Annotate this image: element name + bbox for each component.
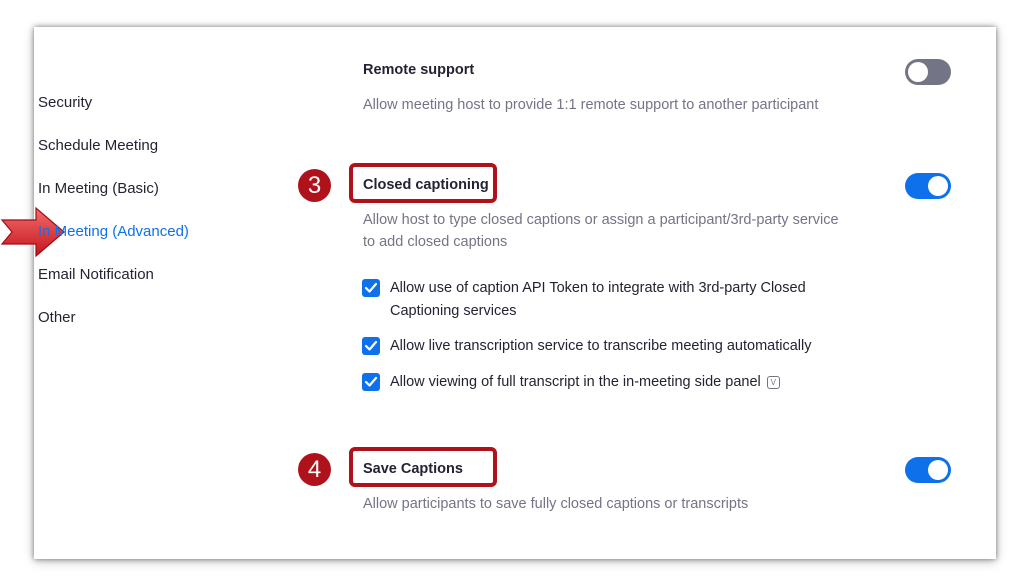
remote-support-title: Remote support: [363, 62, 475, 78]
save-captions-description: Allow participants to save fully closed …: [363, 496, 749, 512]
step-3-badge: 3: [298, 169, 331, 202]
toggle-knob: [928, 460, 948, 480]
checkmark-icon: [364, 340, 378, 351]
remote-support-description: Allow meeting host to provide 1:1 remote…: [363, 97, 819, 113]
sidebar-item-security[interactable]: Security: [38, 94, 92, 111]
checkmark-icon: [364, 376, 378, 387]
sidebar-item-in-meeting-advanced[interactable]: In Meeting (Advanced): [38, 223, 189, 240]
closed-captioning-toggle[interactable]: [905, 173, 951, 199]
sidebar-item-in-meeting-basic[interactable]: In Meeting (Basic): [38, 180, 159, 197]
full-transcript-label: Allow viewing of full transcript in the …: [390, 371, 780, 394]
live-transcription-label: Allow live transcription service to tran…: [390, 338, 812, 354]
caption-api-token-label-line1: Allow use of caption API Token to integr…: [390, 280, 806, 296]
toggle-knob: [908, 62, 928, 82]
save-captions-toggle[interactable]: [905, 457, 951, 483]
full-transcript-label-text: Allow viewing of full transcript in the …: [390, 374, 761, 390]
checkmark-icon: [364, 282, 378, 293]
sidebar-item-schedule-meeting[interactable]: Schedule Meeting: [38, 137, 158, 154]
full-transcript-checkbox[interactable]: [362, 373, 380, 391]
step-4-badge: 4: [298, 453, 331, 486]
live-transcription-checkbox[interactable]: [362, 337, 380, 355]
remote-support-toggle[interactable]: [905, 59, 951, 85]
info-icon[interactable]: V: [766, 376, 780, 389]
caption-api-token-label-line2: Captioning services: [390, 303, 517, 319]
closed-captioning-description-line2: to add closed captions: [363, 234, 508, 250]
sidebar-item-email-notification[interactable]: Email Notification: [38, 266, 154, 283]
closed-captioning-title: Closed captioning: [363, 177, 489, 193]
caption-api-token-checkbox[interactable]: [362, 279, 380, 297]
toggle-knob: [928, 176, 948, 196]
save-captions-title: Save Captions: [363, 461, 463, 477]
closed-captioning-description-line1: Allow host to type closed captions or as…: [363, 212, 839, 228]
caption-api-token-label: Allow use of caption API Token to integr…: [390, 277, 870, 323]
sidebar-item-other[interactable]: Other: [38, 309, 76, 326]
